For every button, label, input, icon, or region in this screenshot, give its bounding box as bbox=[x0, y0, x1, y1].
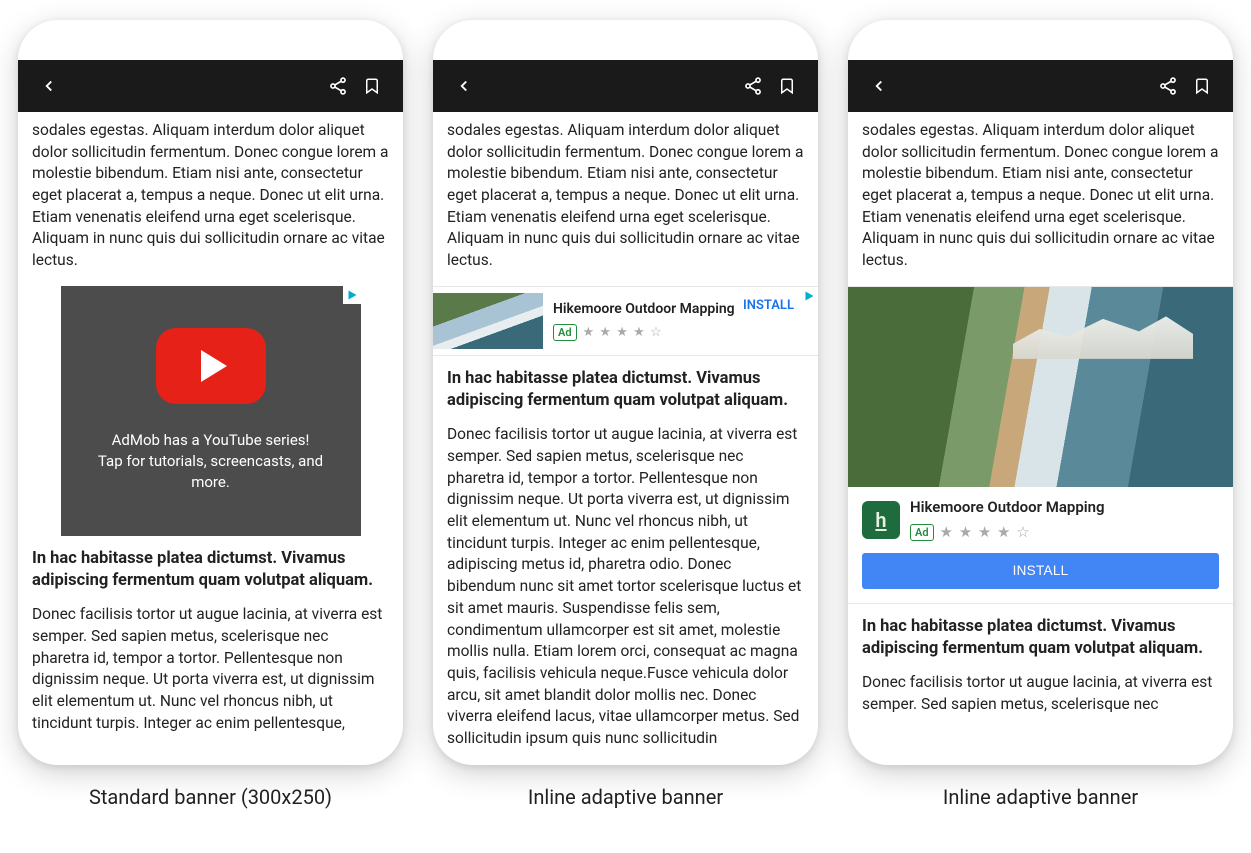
article-heading: In hac habitasse platea dictumst. Vivamu… bbox=[32, 548, 389, 593]
ad-title: Hikemoore Outdoor Mapping bbox=[910, 497, 1105, 518]
article-content: sodales egestas. Aliquam interdum dolor … bbox=[848, 112, 1233, 765]
play-icon bbox=[201, 350, 227, 382]
lorem-body: Donec facilisis tortor ut augue lacinia,… bbox=[32, 604, 389, 734]
bookmark-button[interactable] bbox=[770, 69, 804, 103]
adchoices-icon bbox=[803, 290, 815, 302]
app-topbar bbox=[433, 60, 818, 112]
standard-banner-ad[interactable]: AdMob has a YouTube series! Tap for tuto… bbox=[61, 286, 361, 536]
ad-badge: Ad bbox=[910, 524, 934, 541]
ad-card-body: h Hikemoore Outdoor Mapping Ad ★ ★ ★ ★ ☆… bbox=[848, 487, 1233, 603]
share-icon bbox=[743, 76, 763, 96]
lorem-top: sodales egestas. Aliquam interdum dolor … bbox=[32, 120, 389, 272]
share-button[interactable] bbox=[736, 69, 770, 103]
ad-text-line1: AdMob has a YouTube series! bbox=[112, 430, 310, 451]
share-button[interactable] bbox=[321, 69, 355, 103]
ad-text-line2: Tap for tutorials, screencasts, and more… bbox=[81, 451, 341, 493]
caption-3: Inline adaptive banner bbox=[943, 785, 1138, 809]
install-link[interactable]: INSTALL bbox=[743, 297, 794, 315]
adchoices-icon bbox=[346, 289, 358, 301]
app-topbar bbox=[848, 60, 1233, 112]
lorem-body: Donec facilisis tortor ut augue lacinia,… bbox=[447, 424, 804, 749]
article-heading: In hac habitasse platea dictumst. Vivamu… bbox=[447, 368, 804, 413]
article-content: sodales egestas. Aliquam interdum dolor … bbox=[433, 112, 818, 765]
article-content: sodales egestas. Aliquam interdum dolor … bbox=[18, 112, 403, 765]
star-rating: ★ ★ ★ ★ ☆ bbox=[583, 324, 663, 342]
youtube-logo bbox=[156, 328, 266, 404]
app-icon: h bbox=[862, 501, 900, 539]
adchoices-badge[interactable] bbox=[343, 286, 361, 304]
column-inline-small: sodales egestas. Aliquam interdum dolor … bbox=[433, 20, 818, 809]
adchoices-badge[interactable] bbox=[800, 287, 818, 305]
back-button[interactable] bbox=[447, 69, 481, 103]
phone-notch bbox=[848, 20, 1233, 60]
column-inline-large: sodales egestas. Aliquam interdum dolor … bbox=[848, 20, 1233, 809]
share-icon bbox=[328, 76, 348, 96]
chevron-left-icon bbox=[455, 77, 473, 95]
install-button[interactable]: INSTALL bbox=[862, 553, 1219, 589]
lorem-top: sodales egestas. Aliquam interdum dolor … bbox=[447, 120, 804, 272]
back-button[interactable] bbox=[862, 69, 896, 103]
bookmark-icon bbox=[363, 77, 381, 95]
column-standard-banner: sodales egestas. Aliquam interdum dolor … bbox=[18, 20, 403, 809]
article-heading: In hac habitasse platea dictumst. Vivamu… bbox=[862, 616, 1219, 661]
bookmark-button[interactable] bbox=[1185, 69, 1219, 103]
bookmark-icon bbox=[778, 77, 796, 95]
phone-notch bbox=[433, 20, 818, 60]
caption-1: Standard banner (300x250) bbox=[89, 785, 332, 809]
ad-thumbnail bbox=[433, 293, 543, 349]
chevron-left-icon bbox=[40, 77, 58, 95]
share-button[interactable] bbox=[1151, 69, 1185, 103]
back-button[interactable] bbox=[32, 69, 66, 103]
ad-badge: Ad bbox=[553, 324, 577, 341]
star-rating: ★ ★ ★ ★ ☆ bbox=[940, 522, 1031, 543]
phone-mockup-1: sodales egestas. Aliquam interdum dolor … bbox=[18, 20, 403, 765]
bookmark-icon bbox=[1193, 77, 1211, 95]
inline-adaptive-banner-large[interactable]: h Hikemoore Outdoor Mapping Ad ★ ★ ★ ★ ☆… bbox=[848, 286, 1233, 604]
chevron-left-icon bbox=[870, 77, 888, 95]
app-topbar bbox=[18, 60, 403, 112]
share-icon bbox=[1158, 76, 1178, 96]
lorem-top: sodales egestas. Aliquam interdum dolor … bbox=[862, 120, 1219, 272]
phone-mockup-3: sodales egestas. Aliquam interdum dolor … bbox=[848, 20, 1233, 765]
bookmark-button[interactable] bbox=[355, 69, 389, 103]
phone-notch bbox=[18, 20, 403, 60]
phone-mockup-2: sodales egestas. Aliquam interdum dolor … bbox=[433, 20, 818, 765]
lorem-body: Donec facilisis tortor ut augue lacinia,… bbox=[862, 672, 1219, 715]
ad-hero-image bbox=[848, 287, 1233, 487]
inline-adaptive-banner-small[interactable]: Hikemoore Outdoor Mapping Ad ★ ★ ★ ★ ☆ I… bbox=[433, 286, 818, 356]
caption-2: Inline adaptive banner bbox=[528, 785, 723, 809]
